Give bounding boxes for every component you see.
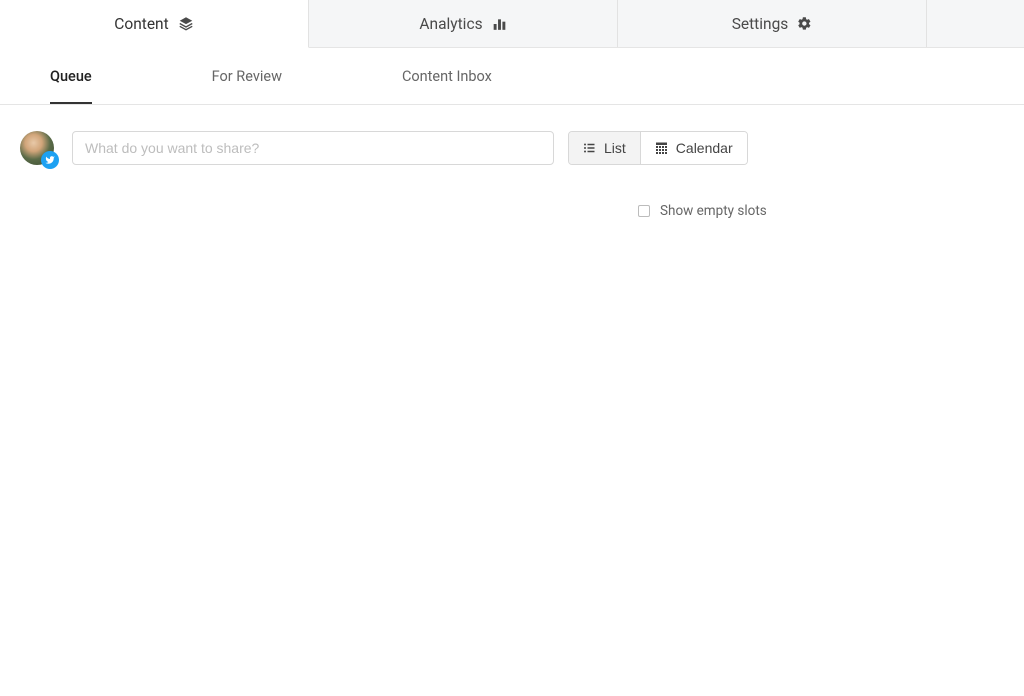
compose-input[interactable] — [72, 131, 554, 165]
subtab-for-review-label: For Review — [212, 68, 282, 85]
tab-analytics-label: Analytics — [419, 15, 482, 33]
top-nav-filler — [927, 0, 1024, 47]
show-empty-slots-label: Show empty slots — [660, 203, 767, 219]
profile-avatar[interactable] — [20, 131, 54, 165]
options-row: Show empty slots — [0, 165, 1024, 219]
list-icon — [583, 142, 596, 154]
subtab-queue-label: Queue — [50, 68, 92, 85]
tab-content[interactable]: Content — [0, 0, 309, 48]
layers-icon — [178, 16, 194, 31]
twitter-badge-icon — [41, 151, 59, 169]
show-empty-slots-checkbox[interactable]: Show empty slots — [638, 203, 767, 219]
composer-row: List Cale — [0, 105, 1024, 165]
subtab-for-review[interactable]: For Review — [212, 50, 282, 103]
view-toggle: List Cale — [568, 131, 748, 165]
subtab-queue[interactable]: Queue — [50, 50, 92, 103]
tab-analytics[interactable]: Analytics — [309, 0, 618, 47]
tab-content-label: Content — [114, 15, 168, 33]
tab-settings[interactable]: Settings — [618, 0, 927, 47]
bar-chart-icon — [492, 17, 507, 31]
gear-icon — [797, 16, 812, 31]
view-calendar-button[interactable]: Calendar — [640, 132, 747, 164]
view-list-label: List — [604, 140, 626, 156]
view-list-button[interactable]: List — [569, 132, 640, 164]
subtab-content-inbox[interactable]: Content Inbox — [402, 50, 492, 103]
tab-settings-label: Settings — [732, 15, 789, 33]
sub-nav: Queue For Review Content Inbox — [0, 48, 1024, 105]
checkbox-box-icon — [638, 205, 650, 217]
subtab-content-inbox-label: Content Inbox — [402, 68, 492, 85]
calendar-grid-icon — [655, 142, 668, 154]
top-nav: Content Analytics Settings — [0, 0, 1024, 48]
view-calendar-label: Calendar — [676, 140, 733, 156]
